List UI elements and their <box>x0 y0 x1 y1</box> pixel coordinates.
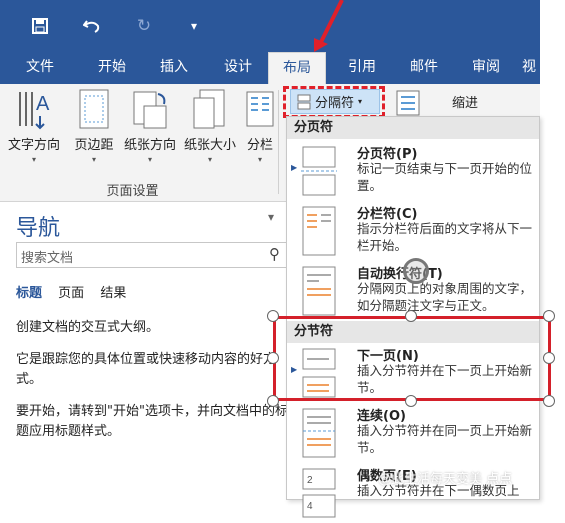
search-icon[interactable]: ⚲ <box>269 245 280 263</box>
cursor-icon <box>403 258 429 284</box>
line-numbers-icon[interactable] <box>395 89 421 117</box>
orientation-label: 纸张方向 <box>123 138 176 153</box>
menu-item-continuous[interactable]: 连续(O) 插入分节符并在同一页上开始新节。 <box>287 403 539 463</box>
nav-help-text: 创建文档的交互式大纲。 <box>16 320 160 335</box>
svg-text:4: 4 <box>307 501 313 512</box>
menu-item-desc: 插入分节符并在同一页上开始新节。 <box>357 423 533 455</box>
page-setup-group-label: 页面设置 <box>106 184 159 199</box>
breaks-highlight <box>283 86 385 118</box>
resize-handle[interactable] <box>267 395 279 407</box>
tab-mailings[interactable]: 邮件 <box>398 52 450 84</box>
columns-icon <box>246 91 274 127</box>
nav-tabs: 标题 页面 结果 <box>16 282 138 301</box>
search-placeholder: 搜索文档 <box>21 251 74 266</box>
tab-view[interactable]: 视 <box>518 52 540 84</box>
annotation-arrow <box>314 0 344 52</box>
nav-tab-results[interactable]: 结果 <box>100 282 126 301</box>
selection-highlight <box>273 316 551 401</box>
column-break-icon <box>302 206 336 256</box>
size-label: 纸张大小 <box>183 138 236 153</box>
group-divider <box>278 90 279 194</box>
navigation-pane: 导航 ▾ 搜索文档 ⚲ 标题 页面 结果 创建文档的交互式大纲。 它是跟踪您的具… <box>0 202 300 500</box>
nav-search-input[interactable]: 搜索文档 ⚲ <box>16 242 292 268</box>
tab-review[interactable]: 审阅 <box>460 52 512 84</box>
nav-help-text: 它是跟踪您的具体位置或快速移动内容的好方式。 <box>16 352 277 387</box>
watermark: @此生活每天变美 点点 <box>378 472 513 487</box>
indent-label: 缩进 <box>452 96 479 111</box>
nav-title: 导航 <box>16 216 61 241</box>
resize-handle[interactable] <box>543 310 555 322</box>
orientation-button[interactable]: 纸张方向 ▾ <box>120 84 180 166</box>
tab-design[interactable]: 设计 <box>212 52 264 84</box>
nav-tab-pages[interactable]: 页面 <box>58 282 84 301</box>
resize-handle[interactable] <box>405 310 417 322</box>
resize-handle[interactable] <box>543 395 555 407</box>
resize-handle[interactable] <box>543 352 555 364</box>
resize-handle[interactable] <box>267 352 279 364</box>
chevron-down-icon: ▾ <box>91 155 96 164</box>
menu-item-page-break[interactable]: ▶ 分页符(P) 标记一页结束与下一页开始的位置。 <box>287 141 539 201</box>
menu-item-desc: 分隔网页上的对象周围的文字，如分隔题注文字与正文。 <box>357 281 533 313</box>
tab-home[interactable]: 开始 <box>86 52 138 84</box>
save-icon[interactable] <box>28 14 52 38</box>
redo-icon[interactable]: ↻ <box>132 14 156 38</box>
chevron-down-icon: ▾ <box>31 155 36 164</box>
quick-access-toolbar: ↻ ▾ <box>0 0 540 52</box>
tab-references[interactable]: 引用 <box>336 52 388 84</box>
breaks-dropdown-menu: 分页符 ▶ 分页符(P) 标记一页结束与下一页开始的位置。 分栏符(C) 指示分… <box>286 116 540 518</box>
nav-help-text: 要开始，请转到"开始"选项卡，并向文档中的标题应用标题样式。 <box>16 404 288 439</box>
undo-icon[interactable] <box>80 14 104 38</box>
text-direction-icon: A <box>19 92 50 130</box>
selection-marker-icon: ▶ <box>291 163 298 172</box>
menu-item-column-break[interactable]: 分栏符(C) 指示分栏符后面的文字将从下一栏开始。 <box>287 201 539 261</box>
size-button[interactable]: 纸张大小 ▾ <box>180 84 240 166</box>
tab-insert[interactable]: 插入 <box>148 52 200 84</box>
ribbon-tab-bar: 文件 开始 插入 设计 布局 引用 邮件 审阅 视 <box>0 52 540 85</box>
menu-item-desc: 指示分栏符后面的文字将从下一栏开始。 <box>357 221 533 253</box>
continuous-icon <box>302 408 336 458</box>
columns-button[interactable]: 分栏 ▾ <box>242 84 278 166</box>
text-direction-label: 文字方向 <box>7 138 60 153</box>
tab-file[interactable]: 文件 <box>14 52 66 84</box>
tab-layout[interactable]: 布局 <box>268 52 326 85</box>
resize-handle[interactable] <box>405 395 417 407</box>
nav-tab-headings[interactable]: 标题 <box>16 282 42 301</box>
margins-label: 页边距 <box>74 138 114 153</box>
page-break-icon <box>301 146 337 196</box>
text-wrapping-icon <box>302 266 336 316</box>
margins-icon <box>79 89 109 129</box>
even-page-icon: 24 <box>302 468 336 518</box>
resize-handle[interactable] <box>267 310 279 322</box>
customize-toolbar-caret[interactable]: ▾ <box>182 14 206 38</box>
svg-text:2: 2 <box>307 475 313 486</box>
svg-text:A: A <box>36 93 50 115</box>
columns-label: 分栏 <box>246 138 273 153</box>
margins-button[interactable]: 页边距 ▾ <box>68 84 120 166</box>
nav-options-caret[interactable]: ▾ <box>268 210 274 224</box>
paper-size-icon <box>193 89 225 129</box>
chevron-down-icon: ▾ <box>207 155 212 164</box>
menu-item-desc: 标记一页结束与下一页开始的位置。 <box>357 161 533 193</box>
chevron-down-icon: ▾ <box>147 155 152 164</box>
page-breaks-header: 分页符 <box>287 117 539 139</box>
orientation-icon <box>133 91 167 129</box>
chevron-down-icon: ▾ <box>257 155 262 164</box>
text-direction-button[interactable]: A 文字方向 ▾ <box>4 84 64 166</box>
